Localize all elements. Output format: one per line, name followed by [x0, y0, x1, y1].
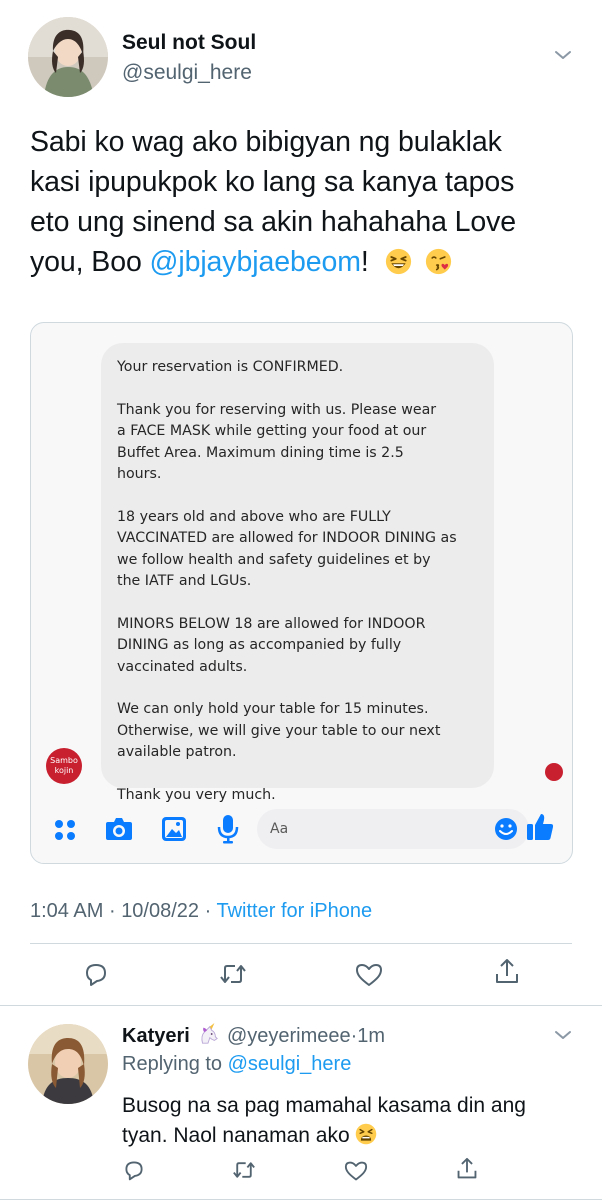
like-icon[interactable] [355, 962, 383, 988]
reply-author-avatar[interactable] [28, 1024, 108, 1104]
divider [0, 1005, 602, 1006]
reply-author-name[interactable]: Katyeri [122, 1025, 190, 1047]
reply-chevron-down-icon[interactable] [554, 1029, 572, 1041]
reply-text: Busog na sa pag mamahal kasama din ang t… [122, 1091, 572, 1151]
message-paragraph: Thank you for reserving with us. Please … [117, 401, 437, 483]
message-input[interactable]: Aa [257, 809, 529, 849]
share-icon[interactable] [494, 958, 520, 986]
reply-icon[interactable] [83, 961, 109, 987]
tweet-text: Sabi ko wag ako bibigyan ng bulaklak kas… [30, 122, 575, 282]
tweet-time[interactable]: 1:04 AM [30, 900, 103, 922]
message-paragraph: We can only hold your table for 15 minut… [117, 701, 441, 760]
retweet-icon[interactable] [218, 961, 248, 987]
page-logo-text: Sambo kojin [50, 756, 78, 775]
tweet-text-fragment: you, Boo [30, 246, 150, 278]
reply-text-line-last: tyan. Naol nanaman ako [122, 1121, 572, 1151]
grinning-squinting-face-icon [385, 248, 411, 275]
mention-link[interactable]: @jbjaybjaebeom [150, 246, 361, 278]
author-avatar[interactable] [28, 17, 108, 97]
chevron-down-icon[interactable] [554, 49, 572, 61]
reply-author-handle[interactable]: @yeyerimeee [227, 1025, 351, 1047]
gallery-icon[interactable] [161, 816, 187, 842]
reply-time[interactable]: 1m [357, 1025, 385, 1047]
reply-text-fragment: tyan. Naol nanaman ako [122, 1124, 356, 1147]
face-blowing-kiss-icon [426, 248, 452, 275]
divider [30, 943, 572, 944]
reply-like-icon[interactable] [344, 1160, 368, 1182]
message-paragraph: Your reservation is CONFIRMED. [117, 359, 344, 375]
menu-dots-icon[interactable] [53, 818, 77, 842]
author-handle[interactable]: @seulgi_here [122, 61, 252, 85]
replying-to: Replying to @seulgi_here [122, 1053, 351, 1076]
tweet-meta: 1:04 AM · 10/08/22 · Twitter for iPhone [30, 900, 372, 923]
author-name[interactable]: Seul not Soul [122, 31, 256, 55]
microphone-icon[interactable] [217, 814, 239, 844]
message-composer: Aa [31, 801, 572, 857]
meta-separator: · [204, 900, 212, 922]
read-receipt-avatar [545, 763, 563, 781]
page-logo: Sambo kojin [46, 748, 82, 784]
tweet-text-line: kasi ipupukpok ko lang sa kanya tapos [30, 166, 515, 198]
unicorn-icon [201, 1023, 219, 1044]
reply-text-line: Busog na sa pag mamahal kasama din ang [122, 1094, 526, 1117]
tweet-text-line: eto ung sinend sa akin hahahaha Love [30, 206, 517, 238]
thumbs-up-icon[interactable] [526, 812, 554, 842]
emoji-icon[interactable] [494, 817, 518, 841]
reply-retweet-icon[interactable] [231, 1159, 257, 1181]
tweet-date[interactable]: 10/08/22 [121, 900, 199, 922]
message-bubble: Your reservation is CONFIRMED. Thank you… [101, 343, 494, 803]
message-paragraph: 18 years old and above who are FULLY VAC… [117, 508, 457, 590]
message-paragraph: MINORS BELOW 18 are allowed for INDOOR D… [117, 615, 426, 675]
tweet-source[interactable]: Twitter for iPhone [216, 900, 372, 922]
camera-icon[interactable] [105, 816, 133, 842]
tweet-text-fragment: ! [360, 246, 369, 278]
tweet-text-line: Sabi ko wag ako bibigyan ng bulaklak [30, 126, 502, 158]
reply-author-line: Katyeri @yeyerimeee·1m [122, 1023, 385, 1048]
tweet-text-line-last: you, Boo @jbjaybjaebeom! [30, 242, 575, 282]
replying-to-label: Replying to [122, 1053, 228, 1075]
replying-to-mention[interactable]: @seulgi_here [228, 1053, 352, 1075]
reply-reply-icon[interactable] [123, 1159, 145, 1181]
meta-separator: · [108, 900, 116, 922]
tired-face-icon [356, 1123, 377, 1145]
attached-image[interactable]: Your reservation is CONFIRMED. Thank you… [30, 322, 573, 864]
reply-share-icon[interactable] [456, 1157, 478, 1181]
message-input-placeholder: Aa [270, 821, 289, 837]
